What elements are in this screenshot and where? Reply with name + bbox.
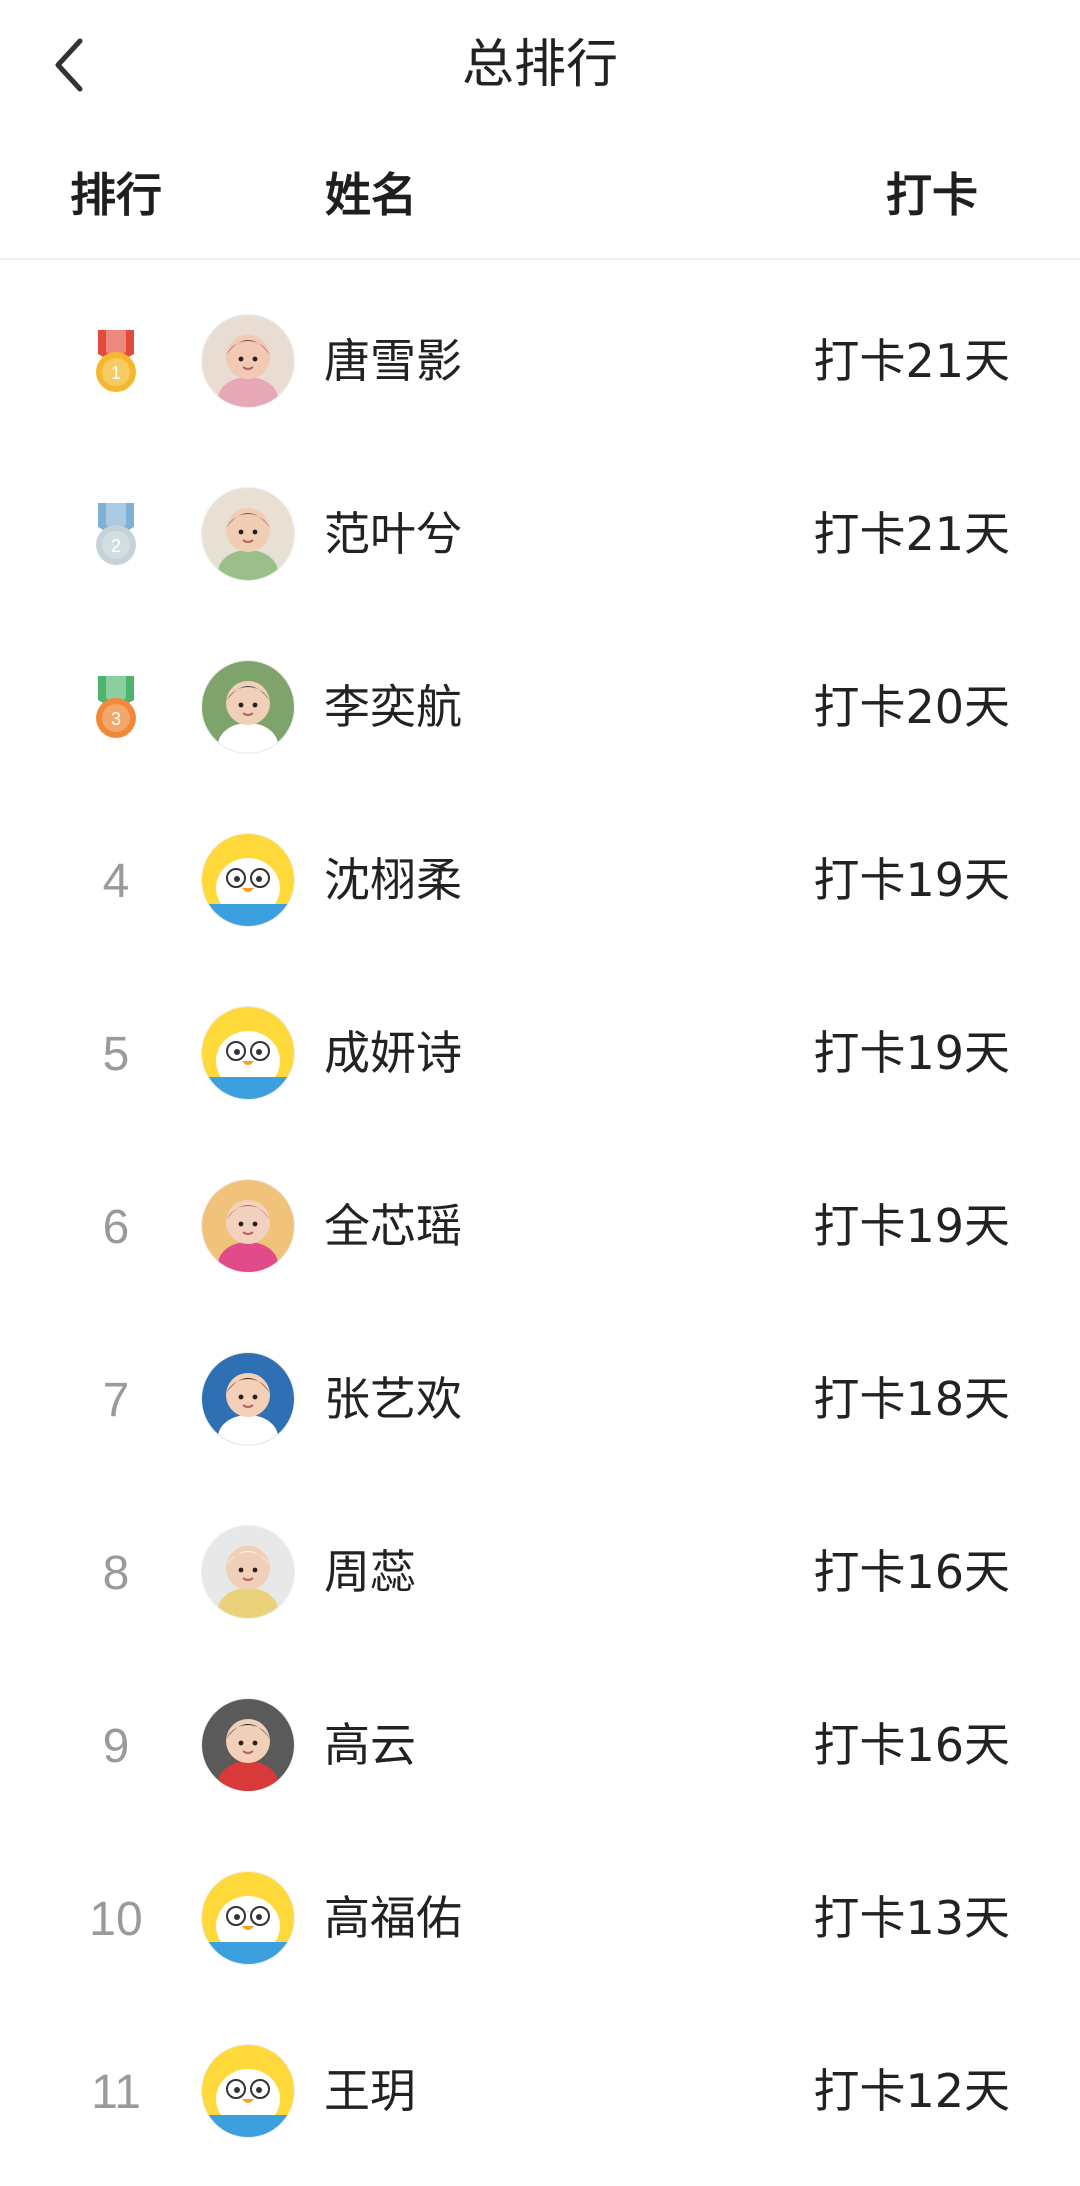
table-header: 排行 姓名 打卡 [0, 132, 1080, 260]
duck-avatar-icon [202, 1872, 294, 1964]
checkin-count: 打卡21天 [813, 334, 1010, 388]
avatar[interactable] [202, 1180, 294, 1272]
student-name: 张艺欢 [324, 1372, 462, 1426]
checkin-count: 打卡16天 [813, 1545, 1010, 1599]
avatar[interactable] [202, 488, 294, 580]
student-name: 王玥 [324, 2064, 416, 2118]
list-item[interactable]: 2 范叶兮 打卡21天 [0, 449, 1080, 622]
list-item[interactable]: 4 沈栩柔 打卡19天 [0, 795, 1080, 968]
student-name: 成妍诗 [324, 1026, 462, 1080]
student-name: 高福佑 [324, 1891, 462, 1945]
avatar[interactable] [202, 1699, 294, 1791]
list-item[interactable]: 1 唐雪影 打卡21天 [0, 276, 1080, 449]
ranking-list: 1 唐雪影 打卡21天 2 范叶兮 打卡21天 3 李奕航 打卡20天 4 沈栩柔 打卡19天 5 成妍诗… [0, 276, 1080, 2179]
avatar[interactable] [202, 1007, 294, 1099]
rank-number: 4 [102, 854, 130, 908]
avatar[interactable] [202, 315, 294, 407]
checkin-count: 打卡13天 [813, 1891, 1010, 1945]
avatar[interactable] [202, 1353, 294, 1445]
checkin-count: 打卡19天 [813, 853, 1010, 907]
avatar-photo-icon [202, 1526, 294, 1618]
student-name: 沈栩柔 [324, 853, 462, 907]
checkin-count: 打卡19天 [813, 1199, 1010, 1253]
list-item[interactable]: 11 王玥 打卡12天 [0, 2006, 1080, 2179]
avatar[interactable] [202, 834, 294, 926]
student-name: 周蕊 [324, 1545, 416, 1599]
list-item[interactable]: 9 高云 打卡16天 [0, 1660, 1080, 1833]
page-title: 总排行 [461, 35, 618, 95]
rank-medal: 1 [80, 326, 152, 398]
avatar-photo-icon [202, 661, 294, 753]
rank-number: 10 [89, 1892, 143, 1946]
list-item[interactable]: 10 高福佑 打卡13天 [0, 1833, 1080, 2006]
bronze-medal-icon: 3 [96, 676, 136, 738]
header-name: 姓名 [325, 168, 417, 222]
avatar-photo-icon [202, 315, 294, 407]
avatar[interactable] [202, 2045, 294, 2137]
header-rank: 排行 [70, 168, 162, 222]
list-item[interactable]: 6 全芯瑶 打卡19天 [0, 1141, 1080, 1314]
rank-number: 7 [102, 1373, 130, 1427]
rank-number: 5 [102, 1027, 130, 1081]
checkin-count: 打卡19天 [813, 1026, 1010, 1080]
svg-text:3: 3 [111, 709, 121, 729]
list-item[interactable]: 3 李奕航 打卡20天 [0, 622, 1080, 795]
rank-number: 11 [91, 2065, 141, 2119]
duck-avatar-icon [202, 1007, 294, 1099]
rank-medal: 3 [80, 672, 152, 744]
rank-number: 9 [102, 1719, 130, 1773]
list-item[interactable]: 8 周蕊 打卡16天 [0, 1487, 1080, 1660]
list-item[interactable]: 5 成妍诗 打卡19天 [0, 968, 1080, 1141]
list-item[interactable]: 7 张艺欢 打卡18天 [0, 1314, 1080, 1487]
checkin-count: 打卡16天 [813, 1718, 1010, 1772]
top-bar: 总排行 [0, 0, 1080, 132]
student-name: 李奕航 [324, 680, 462, 734]
student-name: 全芯瑶 [324, 1199, 462, 1253]
duck-avatar-icon [202, 2045, 294, 2137]
rank-medal: 2 [80, 499, 152, 571]
student-name: 高云 [324, 1718, 416, 1772]
avatar-photo-icon [202, 1699, 294, 1791]
rank-number: 6 [102, 1200, 130, 1254]
student-name: 范叶兮 [324, 507, 462, 561]
avatar-photo-icon [202, 488, 294, 580]
avatar-photo-icon [202, 1180, 294, 1272]
avatar[interactable] [202, 1872, 294, 1964]
avatar[interactable] [202, 1526, 294, 1618]
checkin-count: 打卡20天 [813, 680, 1010, 734]
checkin-count: 打卡18天 [813, 1372, 1010, 1426]
checkin-count: 打卡21天 [813, 507, 1010, 561]
duck-avatar-icon [202, 834, 294, 926]
gold-medal-icon: 1 [96, 330, 136, 392]
avatar-photo-icon [202, 1353, 294, 1445]
silver-medal-icon: 2 [96, 503, 136, 565]
checkin-count: 打卡12天 [813, 2064, 1010, 2118]
header-checkin: 打卡 [886, 168, 978, 222]
svg-text:2: 2 [111, 536, 121, 556]
rank-number: 8 [102, 1546, 130, 1600]
svg-text:1: 1 [111, 363, 121, 383]
avatar[interactable] [202, 661, 294, 753]
student-name: 唐雪影 [324, 334, 462, 388]
